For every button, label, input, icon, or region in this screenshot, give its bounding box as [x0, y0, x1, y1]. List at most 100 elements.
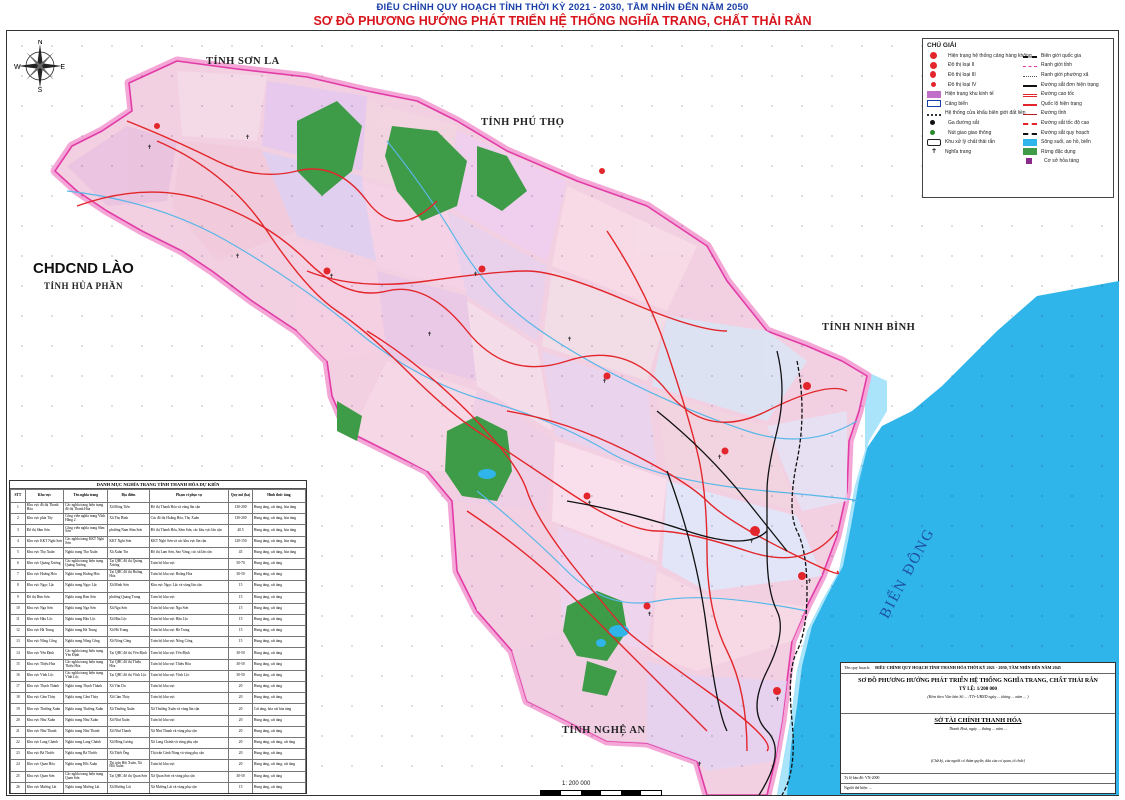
table-cell: Khu vực Vĩnh Lộc [24, 669, 65, 683]
table-cell: Hung táng, cát táng [251, 569, 306, 582]
table-cell: 20 [228, 759, 253, 772]
table-cell: Nghĩa trang Thạch Thành [63, 680, 109, 694]
table-cell: 14 [10, 647, 26, 660]
table-cell: Khu vực Quan Sơn [24, 770, 65, 783]
table-title: DANH MỤC NGHĨA TRANG TỈNH THANH HÓA DỰ K… [10, 481, 306, 489]
table-cell: Toàn bộ khu vực Nông Cống [148, 636, 230, 649]
table-cell: Xã Mường Lát và vùng phụ cận [148, 781, 230, 793]
label-hua-phan: TỈNH HỦA PHẦN [44, 281, 124, 291]
table-row: 24 Khu vực Quan Hóa Nghĩa trang Hồi Xuân Th… [10, 759, 306, 772]
table-cell: 17 [10, 680, 26, 694]
table-cell: Các nghĩa trang hiện trạng Yên Định [63, 647, 109, 660]
table-row: 5 Khu vực Thọ Xuân Nghĩa trang Thọ Xuân Xã … [10, 546, 306, 559]
planned-railway-icon [1023, 130, 1037, 136]
table-cell: Đô thị Lam Sơn, Sao Vàng, các xã lân cận [148, 546, 230, 559]
seaport-icon [927, 100, 941, 108]
table-cell: Nghĩa trang Thọ Xuân [63, 546, 109, 559]
table-cell: Toàn bộ khu vực Yên Định [148, 647, 230, 660]
legend-item: Ga đường sắt [927, 118, 1021, 128]
compass-e: E [60, 64, 65, 71]
table-cell: Đô thị Thanh Hóa và vùng lân cận [148, 501, 230, 515]
table-row: 11 Khu vực Hậu Lộc Nghĩa trang Hậu Lộc Xã H… [10, 613, 306, 627]
table-cell: Thị trấn Hồi Xuân, Xã Hồi Xuân [107, 759, 150, 772]
high-speed-railway-icon [1023, 120, 1037, 126]
table-row: 26 Khu vực Mường Lát Nghĩa trang Mường Lát… [10, 781, 306, 793]
table-cell: 30-50 [228, 770, 253, 783]
table-cell: 20 [228, 714, 253, 727]
special-forest-icon [1023, 148, 1037, 156]
table-cell: KKT Nghi Sơn và các khu vực lân cận [148, 535, 230, 548]
svg-text:✝: ✝ [567, 336, 572, 343]
table-cell: 2 [10, 513, 26, 526]
svg-text:✝: ✝ [245, 134, 250, 141]
map-title-line1: ĐIỀU CHỈNH QUY HOẠCH TỈNH THỜI KỲ 2021 -… [376, 2, 749, 13]
table-row: 22 Khu vực Lang Chánh Nghĩa trang Lang Chá… [10, 736, 306, 750]
table-cell: Các đô thị Hoằng Hóa, Thọ Xuân [148, 513, 230, 526]
table-cell: 20 [228, 725, 253, 738]
table-header-cell: Hình thức táng [251, 489, 306, 503]
table-cell: Toàn bộ khu vực Nga Sơn [148, 602, 230, 615]
table-cell: Xã Lang Chánh và vùng phụ cận [148, 736, 230, 750]
table-cell: Khu vực Như Thanh [24, 725, 65, 738]
table-header-cell: STT [10, 489, 26, 503]
svg-text:✝: ✝ [807, 578, 812, 585]
table-header-row: STT Khu vực Tên nghĩa trang Địa điểm Phạm vi… [10, 489, 306, 503]
title-block-name-row: SƠ ĐỒ PHƯƠNG HƯỚNG PHÁT TRIỂN HỆ THỐNG N… [841, 674, 1115, 714]
table-cell: 6 [10, 557, 26, 571]
table-cell: Khu vực Hậu Lộc [24, 613, 65, 627]
table-cell: 26 [10, 781, 26, 793]
table-cell: Các nghĩa trang hiện trạng đô thị Thanh … [63, 501, 109, 515]
dike-system-icon [927, 111, 941, 116]
industrial-zone-icon [927, 90, 941, 98]
legend-item: Hiện trạng hệ thống cảng hàng không [927, 51, 1032, 61]
table-cell: Công viên nghĩa trang Vĩnh Hằng 2 [63, 513, 109, 526]
table-cell: 4 [10, 535, 26, 548]
scale-label: 1: 200 000 [562, 781, 591, 787]
table-cell: Hung táng, cát táng, hỏa táng [251, 524, 306, 537]
table-cell: 15 [228, 613, 253, 627]
table-row: 10 Khu vực Nga Sơn Nghĩa trang Nga Sơn Xã N… [10, 602, 306, 615]
table-cell: Hung táng, cát táng, cát táng [251, 759, 306, 772]
cemetery-list-table: DANH MỤC NGHĨA TRANG TỈNH THANH HÓA DỰ K… [9, 480, 307, 794]
label-son-la: TỈNH SƠN LA [206, 56, 280, 67]
table-cell: 30-50 [228, 647, 253, 660]
table-row: 4 Khu vực KKT Nghi Sơn Các nghĩa trang KKT… [10, 535, 306, 548]
table-cell: 25 [10, 770, 26, 783]
table-cell: Các nghĩa trang hiện trạng Quan Sơn [63, 770, 109, 783]
table-cell: Xã Như Xuân [107, 714, 150, 727]
table-cell: Hung táng, cát táng [251, 658, 306, 671]
legend-left-column: Hiện trạng hệ thống cảng hàng không Đô t… [927, 51, 1032, 157]
table-cell: Nghĩa trang Bỉm Sơn [63, 591, 109, 604]
table-cell: Khu vực Hoằng Hóa [24, 569, 65, 582]
table-cell: Hung táng, cát táng [251, 692, 306, 705]
table-cell: Xã Hậu Lộc [107, 613, 150, 627]
table-cell: Nghĩa trang Nông Cống [63, 636, 109, 649]
table-body: 1 Khu vực đô thị Thanh Hóa Các nghĩa trang… [10, 501, 306, 793]
table-row: 17 Khu vực Thạch Thành Nghĩa trang Thạch T… [10, 680, 306, 694]
table-cell: 24 [10, 759, 26, 772]
table-row: 20 Khu vực Như Xuân Nghĩa trang Như Xuân Xã… [10, 714, 306, 727]
legend-item: ✝ Nghĩa trang [927, 147, 1021, 157]
table-cell: 21 [10, 725, 26, 738]
table-cell: Toàn bộ khu vực Hà Trung [148, 625, 230, 638]
svg-text:✝: ✝ [147, 144, 152, 151]
table-row: 18 Khu vực Cẩm Thủy Nghĩa trang Cẩm Thủy Xã… [10, 692, 306, 705]
table-cell: Các nghĩa trang KKT Nghi Sơn [63, 535, 109, 548]
map-legend: CHÚ GIẢI Hiện trạng hệ thống cảng hàng k… [922, 38, 1114, 198]
legend-item: Sông suối, ao hồ, biển [1023, 137, 1113, 147]
table-cell: Hung táng, cát táng [251, 781, 306, 793]
legend-item: Đường sắt quy hoạch [1023, 128, 1113, 138]
table-cell: Toàn bộ khu vực Hậu Lộc [148, 613, 230, 627]
table-cell: Khu vực Thiệu Hóa [24, 658, 65, 671]
cremation-facility-icon [1026, 158, 1032, 165]
table-cell: 20 [228, 748, 253, 761]
table-cell: Nghĩa trang Lang Chánh [63, 736, 109, 750]
class-ii-city-icon [930, 61, 937, 69]
table-cell: Xã Mường Lát [107, 781, 150, 793]
table-cell: Khu vực Bá Thước [24, 748, 65, 761]
table-cell: Khu vực Cẩm Thủy [24, 692, 65, 705]
legend-item: Đô thị loại III [927, 70, 1021, 80]
table-cell: 8 [10, 580, 26, 593]
table-cell: Đô thị Bỉm Sơn [24, 591, 65, 604]
table-row: 7 Khu vực Hoằng Hóa Nghĩa trang Hoằng Hóa T… [10, 569, 306, 582]
